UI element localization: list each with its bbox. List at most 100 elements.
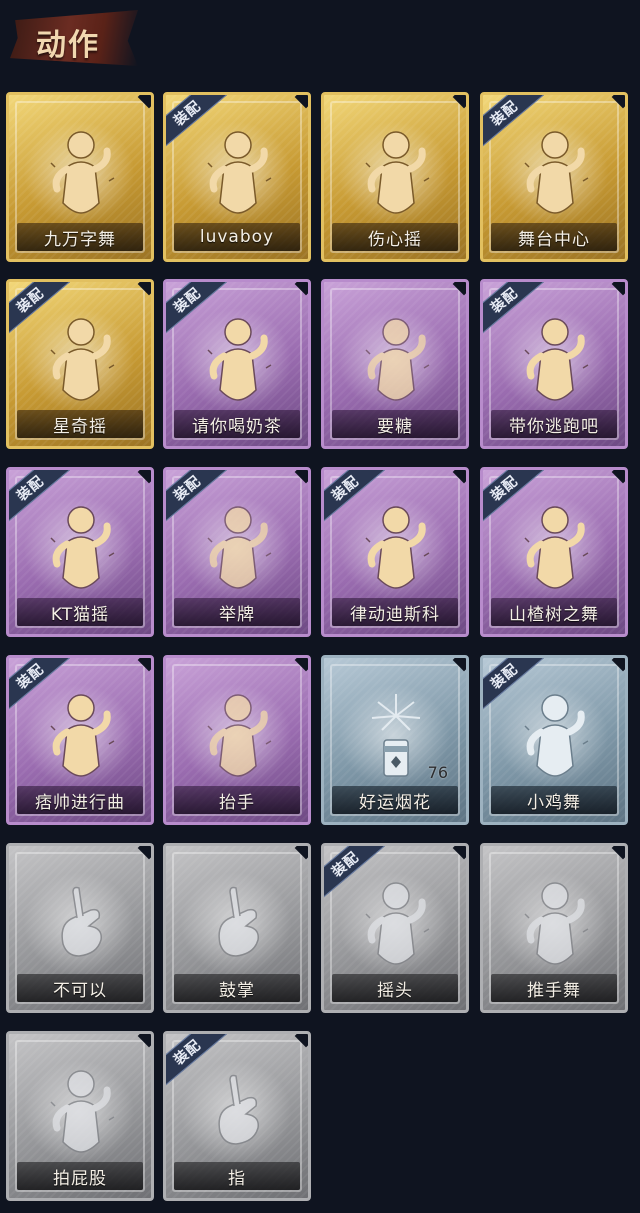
figure-reach-icon — [358, 310, 434, 410]
figure-wave-icon — [200, 123, 276, 223]
card-corner-notch — [452, 658, 466, 672]
emote-name: 要糖 — [377, 416, 413, 437]
emote-name: 伤心摇 — [368, 229, 422, 250]
emote-name: 举牌 — [219, 604, 255, 625]
figure-raise-hand-icon — [200, 686, 276, 786]
card-corner-notch — [611, 846, 625, 860]
emote-card[interactable]: KT猫摇 装配 — [6, 467, 154, 637]
emote-name: 小鸡舞 — [527, 792, 581, 813]
figure-chicken-icon — [517, 686, 593, 786]
emote-name: 摇头 — [377, 980, 413, 1001]
emote-name: 星奇摇 — [53, 416, 107, 437]
emote-name: 不可以 — [53, 980, 107, 1001]
card-label-bar: 摇头 — [332, 974, 458, 1002]
card-corner-notch — [294, 846, 308, 860]
figure-slap-icon — [43, 1062, 119, 1162]
figure-arm-up-icon — [517, 498, 593, 598]
card-label-bar: 伤心摇 — [332, 223, 458, 251]
emote-card[interactable]: 小鸡舞 装配 — [480, 655, 628, 825]
card-corner-notch — [611, 658, 625, 672]
card-label-bar: 请你喝奶茶 — [174, 410, 300, 438]
emote-card[interactable]: 星奇摇 装配 — [6, 279, 154, 449]
card-label-bar: 举牌 — [174, 598, 300, 626]
card-label-bar: 九万字舞 — [17, 223, 143, 251]
card-label-bar: 抬手 — [174, 786, 300, 814]
card-label-bar: 推手舞 — [491, 974, 617, 1002]
card-label-bar: 要糖 — [332, 410, 458, 438]
figure-shake-icon — [358, 874, 434, 974]
emote-name: 舞台中心 — [518, 229, 590, 250]
emote-card[interactable]: 带你逃跑吧 装配 — [480, 279, 628, 449]
figure-heart-icon — [358, 123, 434, 223]
card-corner-notch — [452, 282, 466, 296]
emote-name: KT猫摇 — [50, 604, 110, 625]
emote-card[interactable]: 抬手 — [163, 655, 311, 825]
figure-dance-icon — [43, 123, 119, 223]
emote-card[interactable]: 痞帅进行曲 装配 — [6, 655, 154, 825]
card-corner-notch — [452, 846, 466, 860]
card-label-bar: 小鸡舞 — [491, 786, 617, 814]
emote-card[interactable]: 指装配 — [163, 1031, 311, 1201]
emote-card[interactable]: 要糖 — [321, 279, 469, 449]
emote-name: 山楂树之舞 — [509, 604, 599, 625]
emote-card[interactable]: 推手舞 — [480, 843, 628, 1013]
card-corner-notch — [137, 470, 151, 484]
figure-sign-icon — [200, 310, 276, 410]
emote-name: 痞帅进行曲 — [35, 792, 125, 813]
card-corner-notch — [452, 470, 466, 484]
card-label-bar: 鼓掌 — [174, 974, 300, 1002]
emote-card[interactable]: 摇头 装配 — [321, 843, 469, 1013]
emote-card[interactable]: 舞台中心 装配 — [480, 92, 628, 262]
emote-card[interactable]: 鼓掌 — [163, 843, 311, 1013]
card-corner-notch — [137, 846, 151, 860]
card-label-bar: 痞帅进行曲 — [17, 786, 143, 814]
card-label-bar: 星奇摇 — [17, 410, 143, 438]
emote-name: 九万字舞 — [44, 229, 116, 250]
emote-card[interactable]: luvaboy 装配 — [163, 92, 311, 262]
card-label-bar: KT猫摇 — [17, 598, 143, 626]
emote-card[interactable]: 不可以 — [6, 843, 154, 1013]
card-corner-notch — [294, 658, 308, 672]
emote-card[interactable]: 举牌 装配 — [163, 467, 311, 637]
finger-no-icon — [43, 874, 119, 974]
item-count: 76 — [427, 763, 448, 782]
card-label-bar: 律动迪斯科 — [332, 598, 458, 626]
emote-name: 抬手 — [219, 792, 255, 813]
card-corner-notch — [611, 470, 625, 484]
figure-pose-icon — [517, 123, 593, 223]
figure-push-icon — [517, 874, 593, 974]
emote-name: 拍屁股 — [53, 1168, 107, 1189]
card-corner-notch — [611, 282, 625, 296]
card-label-bar: 指 — [174, 1162, 300, 1190]
emote-card[interactable]: 山楂树之舞 装配 — [480, 467, 628, 637]
emote-card[interactable]: 76 好运烟花 — [321, 655, 469, 825]
emote-name: 带你逃跑吧 — [509, 416, 599, 437]
card-corner-notch — [137, 95, 151, 109]
card-corner-notch — [137, 658, 151, 672]
emote-card[interactable]: 九万字舞 — [6, 92, 154, 262]
card-label-bar: 好运烟花 — [332, 786, 458, 814]
emote-card[interactable]: 伤心摇 — [321, 92, 469, 262]
figure-disco-icon — [358, 498, 434, 598]
card-label-bar: 山楂树之舞 — [491, 598, 617, 626]
card-corner-notch — [137, 1034, 151, 1048]
figure-music-icon — [43, 498, 119, 598]
firework-icon — [358, 686, 434, 786]
emote-name: 请你喝奶茶 — [192, 416, 282, 437]
figure-punch-icon — [43, 310, 119, 410]
emote-card[interactable]: 律动迪斯科 装配 — [321, 467, 469, 637]
pointing-hand-icon — [200, 1062, 276, 1162]
emote-name: 好运烟花 — [359, 792, 431, 813]
emote-card[interactable]: 请你喝奶茶 装配 — [163, 279, 311, 449]
emote-name: 律动迪斯科 — [350, 604, 440, 625]
card-corner-notch — [294, 470, 308, 484]
emote-name: 指 — [228, 1168, 246, 1189]
card-corner-notch — [611, 95, 625, 109]
figure-board-icon — [200, 498, 276, 598]
emote-name: 鼓掌 — [219, 980, 255, 1001]
card-label-bar: 不可以 — [17, 974, 143, 1002]
emote-name: 推手舞 — [527, 980, 581, 1001]
card-corner-notch — [294, 1034, 308, 1048]
figure-flex-icon — [43, 686, 119, 786]
emote-card[interactable]: 拍屁股 — [6, 1031, 154, 1201]
